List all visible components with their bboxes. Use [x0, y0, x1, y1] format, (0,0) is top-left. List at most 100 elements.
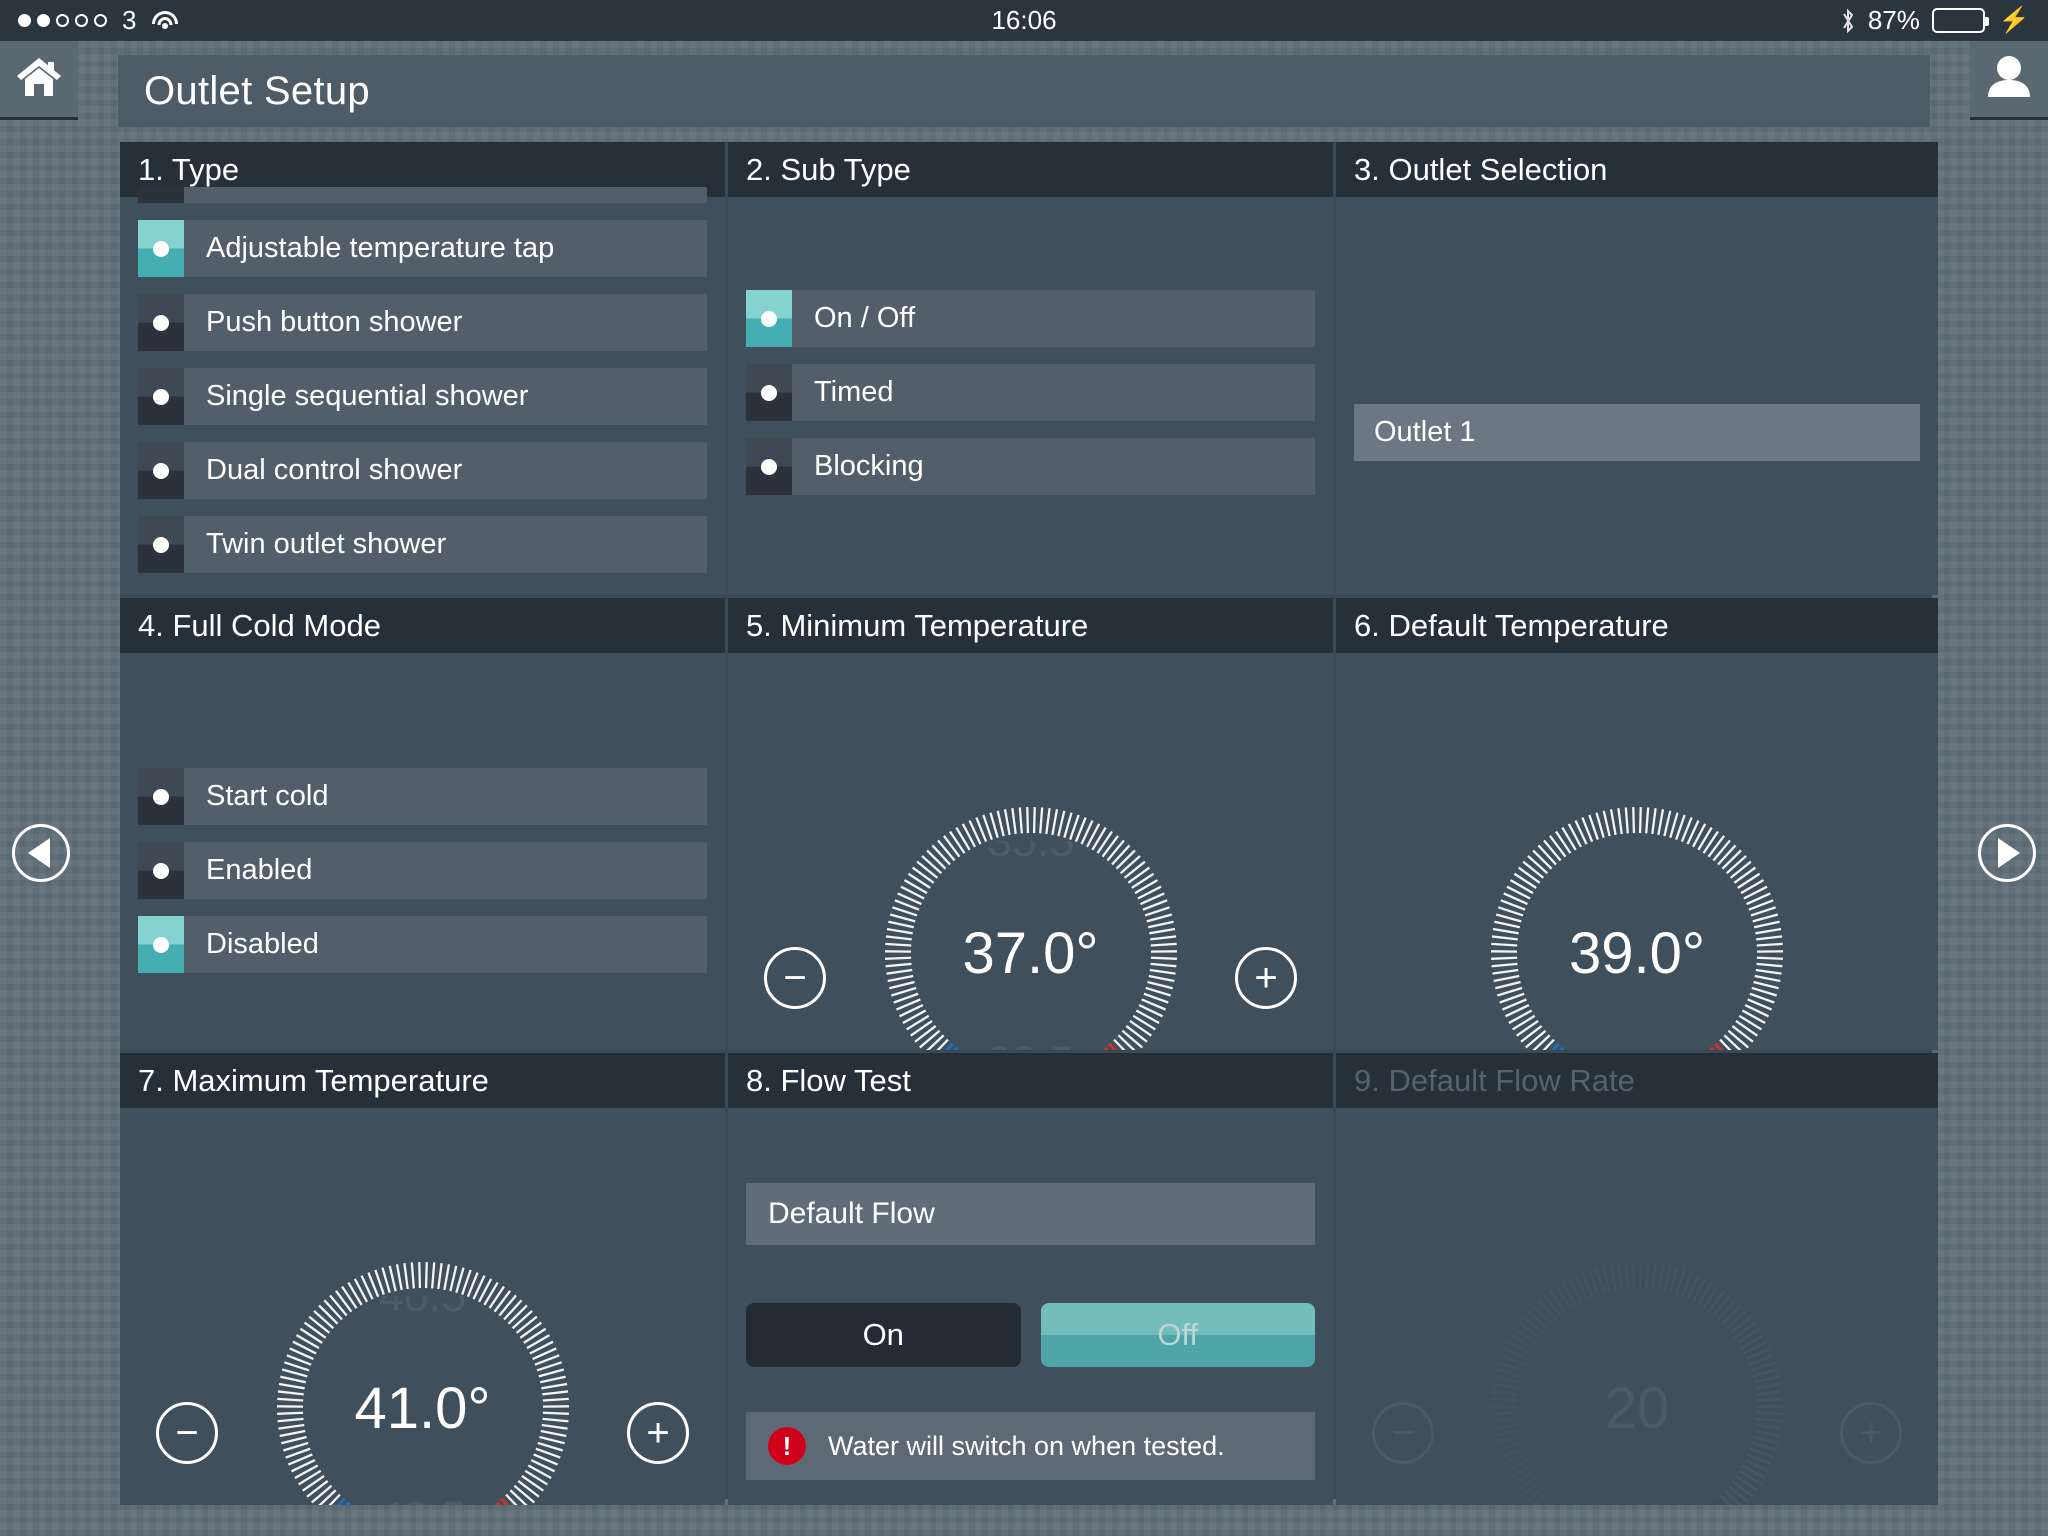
minimum-temperature-dial[interactable]: 35.5 37.0° 38.5 − + Celsius	[728, 653, 1333, 1050]
sub-type-option-list[interactable]: On / Off Timed Blocking	[728, 290, 1333, 512]
radio-box	[138, 916, 184, 973]
radio-dot-icon	[761, 384, 777, 401]
radio-box	[138, 768, 184, 825]
radio-box	[746, 364, 792, 421]
panel-maximum-temperature-title: 7. Maximum Temperature	[120, 1053, 725, 1108]
type-option-3[interactable]: Dual control shower	[138, 442, 707, 499]
type-option-list[interactable]: Adjustable temperature tap Push button s…	[120, 187, 725, 590]
sub-type-option-1-label: Timed	[814, 376, 894, 408]
panel-flow-test-title: 8. Flow Test	[728, 1053, 1333, 1108]
user-account-button[interactable]	[1970, 41, 2048, 120]
type-option-partial-row[interactable]	[138, 187, 707, 203]
type-option-3-label: Dual control shower	[206, 454, 463, 486]
panel-sub-type-title: 2. Sub Type	[728, 142, 1333, 197]
full-cold-mode-option-1-label: Enabled	[206, 854, 313, 886]
radio-box	[138, 842, 184, 899]
app-screen: 3 16:06 87% ⚡ Outlet Setup 1. Type Adjus…	[0, 0, 2048, 1536]
radio-box	[138, 220, 184, 277]
radio-dot-icon	[153, 536, 169, 553]
panel-flow-test: 8. Flow Test Default Flow On Off ! Water…	[728, 1053, 1333, 1505]
full-cold-mode-option-0[interactable]: Start cold	[138, 768, 707, 825]
gauge-ticks-icon	[273, 1258, 573, 1505]
radio-dot-icon	[761, 310, 777, 327]
maximum-temperature-decrease-button[interactable]: −	[156, 1402, 218, 1464]
status-bar-right: 87% ⚡	[1840, 5, 2030, 36]
home-button[interactable]	[0, 41, 78, 120]
status-bar-left: 3	[18, 5, 178, 36]
panel-default-temperature: 6. Default Temperature 39.0° Celsius	[1336, 598, 1938, 1050]
bluetooth-icon	[1840, 8, 1856, 34]
previous-page-arrow[interactable]	[12, 824, 70, 882]
full-cold-mode-option-1[interactable]: Enabled	[138, 842, 707, 899]
flow-test-flow-selector[interactable]: Default Flow	[746, 1183, 1315, 1245]
radio-dot-icon	[153, 388, 169, 405]
panel-minimum-temperature-body: 35.5 37.0° 38.5 − + Celsius	[728, 653, 1333, 1050]
type-option-2[interactable]: Single sequential shower	[138, 368, 707, 425]
sub-type-option-0-label: On / Off	[814, 302, 916, 334]
right-triangle-icon	[1998, 838, 2020, 868]
page-title: Outlet Setup	[144, 68, 370, 113]
left-triangle-icon	[28, 838, 50, 868]
panel-maximum-temperature: 7. Maximum Temperature 40.5 41.0° 42.5 −…	[120, 1053, 725, 1505]
type-option-4[interactable]: Twin outlet shower	[138, 516, 707, 573]
radio-box	[138, 516, 184, 573]
radio-dot-icon	[153, 788, 169, 805]
radio-box	[746, 290, 792, 347]
flow-test-off-button[interactable]: Off	[1040, 1303, 1315, 1367]
battery-percent: 87%	[1867, 5, 1920, 35]
full-cold-mode-option-2[interactable]: Disabled	[138, 916, 707, 973]
panel-default-flow-rate: 9. Default Flow Rate 19 20 21 − + flow r…	[1336, 1053, 1938, 1505]
gauge-ticks-icon	[881, 803, 1181, 1050]
sub-type-option-1[interactable]: Timed	[746, 364, 1315, 421]
panel-full-cold-mode-body: Start cold Enabled Disabled	[120, 653, 725, 1050]
panel-maximum-temperature-body: 40.5 41.0° 42.5 − + Celsius	[120, 1108, 725, 1505]
panel-minimum-temperature: 5. Minimum Temperature 35.5 37.0° 38.5 −…	[728, 598, 1333, 1050]
type-option-4-label: Twin outlet shower	[206, 528, 447, 560]
panel-minimum-temperature-title: 5. Minimum Temperature	[728, 598, 1333, 653]
full-cold-mode-option-list[interactable]: Start cold Enabled Disabled	[120, 768, 725, 990]
sub-type-option-0[interactable]: On / Off	[746, 290, 1315, 347]
panel-default-flow-rate-body: 19 20 21 − + flow rate %	[1336, 1108, 1938, 1505]
panel-default-temperature-title: 6. Default Temperature	[1336, 598, 1938, 653]
flow-test-warning: ! Water will switch on when tested.	[746, 1412, 1315, 1480]
default-flow-rate-increase-button: +	[1840, 1402, 1902, 1464]
panel-full-cold-mode: 4. Full Cold Mode Start cold Enabled Dis…	[120, 598, 725, 1050]
type-option-1[interactable]: Push button shower	[138, 294, 707, 351]
radio-box	[138, 442, 184, 499]
user-icon	[1986, 55, 2032, 104]
flow-test-toggle-group: On Off	[746, 1303, 1315, 1367]
radio-box	[746, 438, 792, 495]
sub-type-option-2[interactable]: Blocking	[746, 438, 1315, 495]
minimum-temperature-decrease-button[interactable]: −	[764, 947, 826, 1009]
type-option-0-label: Adjustable temperature tap	[206, 232, 555, 264]
flow-test-on-button[interactable]: On	[746, 1303, 1021, 1367]
sub-type-option-2-label: Blocking	[814, 450, 924, 482]
next-page-arrow[interactable]	[1978, 824, 2036, 882]
minimum-temperature-increase-button[interactable]: +	[1235, 947, 1297, 1009]
outlet-selection-value[interactable]: Outlet 1	[1354, 404, 1920, 461]
type-option-0[interactable]: Adjustable temperature tap	[138, 220, 707, 277]
maximum-temperature-dial[interactable]: 40.5 41.0° 42.5 − + Celsius	[120, 1108, 725, 1505]
panel-default-flow-rate-title: 9. Default Flow Rate	[1336, 1053, 1938, 1108]
panel-full-cold-mode-title: 4. Full Cold Mode	[120, 598, 725, 653]
home-icon	[16, 56, 62, 103]
status-bar-clock: 16:06	[991, 5, 1057, 35]
radio-box	[138, 294, 184, 351]
panel-outlet-selection-title: 3. Outlet Selection	[1336, 142, 1938, 197]
panel-sub-type-body: On / Off Timed Blocking	[728, 197, 1333, 595]
status-bar: 3 16:06 87% ⚡	[0, 0, 2048, 41]
panel-type: 1. Type Adjustable temperature tap Push …	[120, 142, 725, 595]
radio-dot-icon	[153, 240, 169, 257]
default-flow-rate-dial: 19 20 21 − + flow rate %	[1336, 1108, 1938, 1505]
default-flow-rate-decrease-button: −	[1372, 1402, 1434, 1464]
page-title-bar: Outlet Setup	[118, 55, 1930, 127]
type-option-2-label: Single sequential shower	[206, 380, 529, 412]
panel-flow-test-body: Default Flow On Off ! Water will switch …	[728, 1108, 1333, 1505]
maximum-temperature-increase-button[interactable]: +	[627, 1402, 689, 1464]
panel-outlet-selection: 3. Outlet Selection Outlet 1	[1336, 142, 1938, 595]
wifi-icon	[151, 10, 178, 31]
radio-dot-icon	[153, 462, 169, 479]
default-temperature-dial[interactable]: 39.0° Celsius	[1336, 653, 1938, 1050]
signal-strength-dots	[18, 14, 107, 27]
radio-dot-icon	[761, 458, 777, 475]
